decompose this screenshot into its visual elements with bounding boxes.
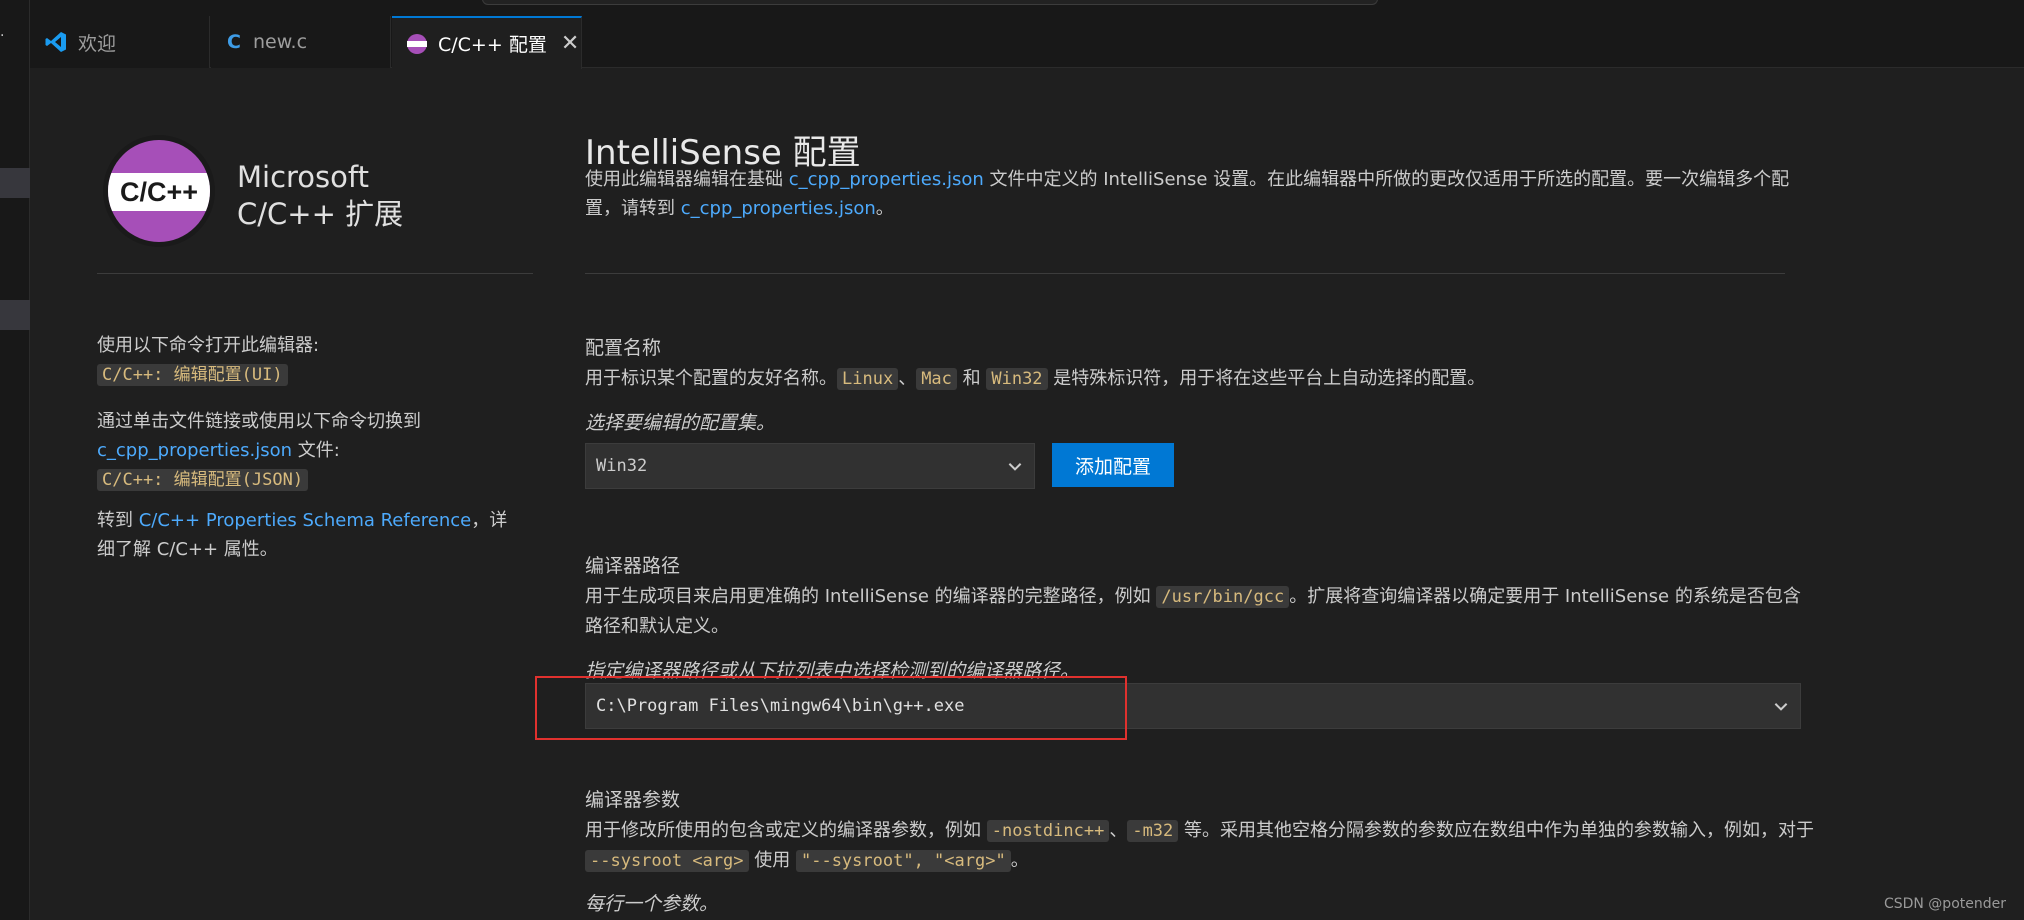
json-file-link[interactable]: c_cpp_properties.json: [97, 440, 292, 461]
switch-json-help: 通过单击文件链接或使用以下命令切换到 c_cpp_properties.json…: [97, 411, 421, 491]
cpp-logo: C/C++: [103, 135, 215, 247]
vscode-icon: [44, 30, 68, 54]
close-icon[interactable]: ✕: [561, 31, 579, 56]
tab-bar: 欢迎 C new.c C/C++ 配置 ✕: [30, 16, 2024, 69]
activity-bar-item[interactable]: [0, 300, 30, 330]
tab-label: C/C++ 配置: [438, 34, 547, 56]
command-center[interactable]: [482, 0, 1378, 5]
compiler-path-title: 编译器路径: [585, 555, 681, 577]
add-config-button[interactable]: 添加配置: [1052, 443, 1174, 487]
schema-help: 转到 C/C++ Properties Schema Reference，详细了…: [97, 510, 508, 560]
tab-cpp-config[interactable]: C/C++ 配置 ✕: [392, 16, 582, 69]
config-name-title: 配置名称: [585, 337, 662, 359]
compiler-path-hint: 指定编译器路径或从下拉列表中选择检测到的编译器路径。: [585, 660, 1080, 682]
tab-new-c[interactable]: C new.c: [211, 16, 391, 68]
more-icon[interactable]: ·: [0, 28, 4, 44]
config-name-description: 用于标识某个配置的友好名称。 Linux、 Mac 和 Win32 是特殊标识符，用…: [585, 368, 1486, 390]
command-code: C/C++: 编辑配置(UI): [97, 364, 288, 386]
json-file-link[interactable]: c_cpp_properties.json: [789, 169, 984, 190]
activity-bar: ·: [0, 0, 30, 920]
cpp-config-editor: C/C++ Microsoft C/C++ 扩展 使用以下命令打开此编辑器: C…: [31, 69, 2024, 920]
config-select[interactable]: Win32: [585, 443, 1035, 489]
compiler-args-title: 编译器参数: [585, 789, 681, 811]
config-name-hint: 选择要编辑的配置集。: [585, 412, 776, 434]
compiler-path-input[interactable]: C:\Program Files\mingw64\bin\g++.exe: [585, 683, 1801, 729]
chevron-down-icon: [1008, 463, 1022, 471]
tab-label: new.c: [253, 31, 308, 53]
divider: [97, 273, 533, 274]
schema-reference-link[interactable]: C/C++ Properties Schema Reference: [139, 510, 472, 531]
divider: [585, 273, 1785, 274]
compiler-args-description: 用于修改所使用的包含或定义的编译器参数，例如 -nostdinc++、 -m32 …: [585, 820, 1814, 872]
title-bar: [30, 0, 2024, 16]
activity-bar-item[interactable]: [0, 168, 30, 198]
watermark: CSDN @potender: [1883, 896, 2006, 912]
compiler-args-hint: 每行一个参数。: [585, 893, 719, 915]
chevron-down-icon[interactable]: [1772, 697, 1790, 715]
json-file-link[interactable]: c_cpp_properties.json: [681, 198, 876, 219]
tab-welcome[interactable]: 欢迎: [30, 16, 210, 68]
c-file-icon: C: [227, 31, 241, 53]
tab-label: 欢迎: [78, 32, 117, 55]
page-description: 使用此编辑器编辑在基础 c_cpp_properties.json 文件中定义的…: [585, 169, 1790, 219]
open-editor-help: 使用以下命令打开此编辑器: C/C++: 编辑配置(UI): [97, 335, 320, 386]
command-code: C/C++: 编辑配置(JSON): [97, 469, 309, 491]
extension-brand: Microsoft C/C++ 扩展: [237, 160, 404, 231]
compiler-path-description: 用于生成项目来启用更准确的 IntelliSense 的编译器的完整路径，例如 …: [585, 586, 1801, 637]
cpp-extension-icon: [406, 33, 428, 55]
